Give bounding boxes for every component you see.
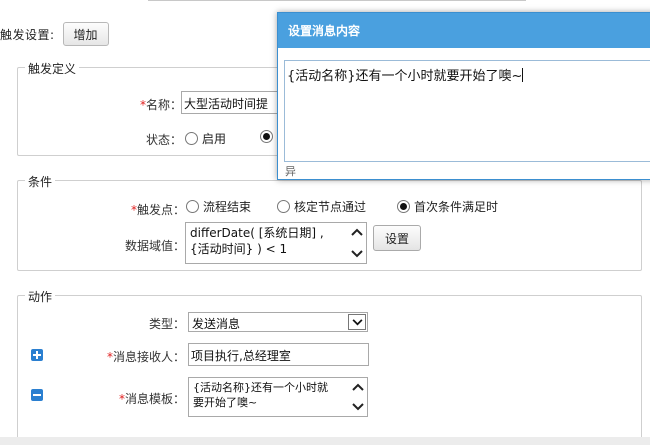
trigger-settings-label: 触发设置: [0, 27, 55, 42]
recipient-label: *消息接收人： [106, 350, 185, 364]
domain-value-line1: differDate( [系统日期] , [190, 226, 324, 240]
radio-first-condition[interactable] [397, 200, 410, 213]
trigger-option-node-approved[interactable]: 核定节点通过 [277, 198, 366, 215]
status-label: 状态： [145, 133, 182, 147]
action-legend: 动作 [25, 288, 56, 305]
status-enabled-option[interactable]: 启用 [185, 130, 226, 147]
domain-label: 数据域值： [124, 239, 185, 253]
template-scrollbar[interactable] [349, 378, 367, 416]
radio-enabled[interactable] [185, 132, 198, 145]
set-button[interactable]: 设置 [373, 225, 421, 251]
trigger-settings-row: 触发设置: 增加 [0, 22, 109, 46]
top-divider [148, 0, 526, 1]
domain-scrollbar[interactable] [348, 223, 366, 263]
type-select-value: 发送消息 [192, 317, 241, 331]
message-content-text: {活动名称}还有一个小时就要开始了噢~ [287, 69, 523, 84]
scroll-up-icon[interactable] [351, 381, 365, 393]
dialog-title: 设置消息内容 [278, 13, 650, 48]
collapse-minus-icon[interactable] [31, 389, 43, 401]
chevron-down-icon[interactable] [348, 314, 366, 330]
bottom-scrollbar[interactable] [0, 437, 650, 445]
scroll-down-icon[interactable] [350, 248, 364, 260]
name-label: *名称： [139, 98, 182, 112]
add-button[interactable]: 增加 [62, 22, 109, 46]
message-content-input[interactable]: {活动名称}还有一个小时就要开始了噢~ [284, 60, 650, 162]
definition-legend: 触发定义 [25, 60, 80, 77]
radio-node-approved[interactable] [277, 200, 290, 213]
template-textarea[interactable]: {活动名称}还有一个小时就 要开始了噢~ [188, 377, 368, 417]
scroll-down-icon[interactable] [351, 401, 365, 413]
type-label: 类型： [148, 317, 185, 331]
condition-legend: 条件 [25, 173, 56, 190]
status-disabled-option[interactable] [260, 130, 277, 144]
template-line1: {活动名称}还有一个小时就 [193, 381, 328, 394]
trigger-option-first-condition[interactable]: 首次条件满足时 [397, 198, 498, 215]
template-label: *消息模板： [118, 392, 185, 406]
template-line2: 要开始了噢~ [193, 396, 258, 409]
type-select[interactable]: 发送消息 [188, 312, 368, 332]
expand-plus-icon[interactable] [31, 349, 43, 361]
trigger-point-label: *触发点： [130, 203, 185, 217]
scroll-up-icon[interactable] [350, 226, 364, 238]
name-input[interactable]: 大型活动时间提 [181, 91, 291, 114]
radio-disabled[interactable] [260, 130, 273, 143]
text-caret [522, 68, 524, 82]
trigger-option-process-end[interactable]: 流程结束 [186, 198, 251, 215]
recipient-input[interactable]: 项目执行,总经理室 [188, 343, 369, 366]
dialog-underlying-text: 异 [285, 165, 296, 177]
domain-value-line2: {活动时间} ) < 1 [190, 242, 288, 256]
radio-process-end[interactable] [186, 200, 199, 213]
domain-value-textarea[interactable]: differDate( [系统日期] , {活动时间} ) < 1 [185, 222, 367, 264]
